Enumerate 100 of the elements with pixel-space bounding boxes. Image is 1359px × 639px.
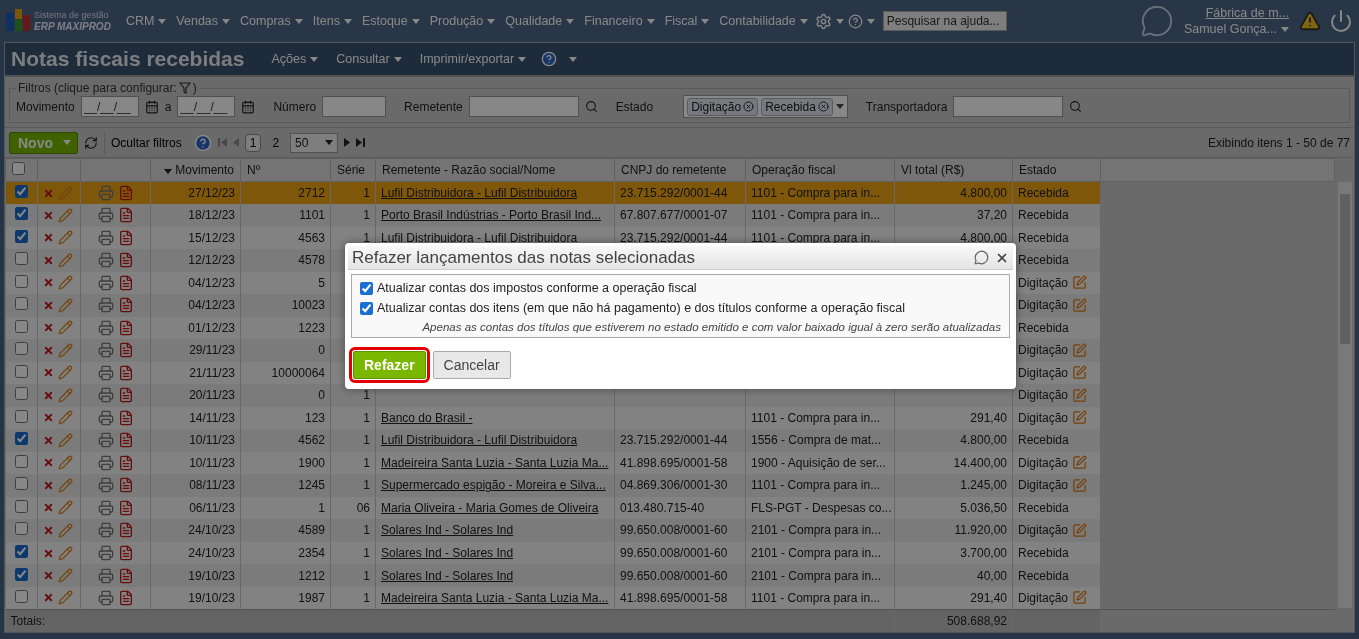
pencil-icon[interactable] xyxy=(58,365,73,381)
option-checkbox[interactable] xyxy=(360,301,373,315)
printer-icon[interactable] xyxy=(97,229,114,246)
nav-menu[interactable]: Estoque xyxy=(358,14,423,28)
delete-icon[interactable] xyxy=(43,344,54,356)
pdf-icon[interactable] xyxy=(117,274,134,291)
refresh-icon[interactable] xyxy=(84,135,98,150)
row-checkbox[interactable] xyxy=(14,522,28,536)
filter-chip[interactable]: Digitação xyxy=(687,97,759,116)
printer-icon[interactable] xyxy=(97,477,114,494)
nav-menu[interactable]: Financeiro xyxy=(581,14,658,28)
pdf-icon[interactable] xyxy=(117,185,134,201)
pencil-icon[interactable] xyxy=(58,320,73,336)
page-menu[interactable]: Consultar xyxy=(333,52,405,66)
printer-icon[interactable] xyxy=(97,342,114,359)
pdf-icon[interactable] xyxy=(117,342,134,359)
pdf-icon[interactable] xyxy=(117,297,134,314)
warning-icon[interactable] xyxy=(1299,10,1321,32)
hide-filters-button[interactable]: Ocultar filtros xyxy=(104,131,188,154)
delete-icon[interactable] xyxy=(43,502,54,514)
pdf-icon[interactable] xyxy=(117,454,134,471)
pencil-icon[interactable] xyxy=(58,230,73,246)
pencil-icon[interactable] xyxy=(58,545,73,561)
pdf-icon[interactable] xyxy=(117,432,134,449)
pencil-icon[interactable] xyxy=(58,568,73,583)
search-field[interactable]: Pesquisar na ajuda... xyxy=(882,11,1007,31)
printer-icon[interactable] xyxy=(97,274,114,291)
nav-menu[interactable]: Produção xyxy=(426,14,499,28)
nav-menu[interactable]: Vendas xyxy=(173,14,234,28)
pencil-icon[interactable] xyxy=(58,590,73,606)
sender-link[interactable]: Lufil Distribuidora - Lufil Distribuidora xyxy=(381,230,578,245)
pencil-icon[interactable] xyxy=(58,207,73,223)
printer-icon[interactable] xyxy=(97,545,114,561)
delete-icon[interactable] xyxy=(43,322,54,334)
delete-icon[interactable] xyxy=(43,232,54,244)
row-checkbox[interactable] xyxy=(14,207,28,221)
delete-icon[interactable] xyxy=(43,434,54,446)
remove-icon[interactable] xyxy=(743,101,755,112)
chat-icon[interactable] xyxy=(1139,4,1174,38)
chat-icon[interactable] xyxy=(974,250,989,265)
row-checkbox[interactable] xyxy=(14,432,28,446)
edit-icon[interactable] xyxy=(1072,297,1088,313)
delete-icon[interactable] xyxy=(43,367,54,379)
page-button[interactable]: 2 xyxy=(267,133,285,152)
filters-legend[interactable]: Filtros (clique para configurar: xyxy=(18,81,177,95)
pencil-icon[interactable] xyxy=(58,500,73,516)
row-checkbox[interactable] xyxy=(14,499,28,513)
printer-icon[interactable] xyxy=(97,589,114,606)
printer-icon[interactable] xyxy=(97,364,114,381)
sender-link[interactable]: Porto Brasil Indústrias - Porto Brasil Ind... xyxy=(381,208,602,223)
page-button[interactable]: 1 xyxy=(244,133,262,152)
nav-menu[interactable]: CRM xyxy=(122,14,170,28)
column-header[interactable]: Série xyxy=(330,158,376,182)
calendar-icon[interactable] xyxy=(144,99,159,114)
funnel-icon[interactable] xyxy=(178,82,191,94)
printer-icon[interactable] xyxy=(97,319,114,336)
input-field[interactable] xyxy=(953,96,1064,117)
column-header[interactable]: CNPJ do remetente xyxy=(614,158,746,182)
pdf-icon[interactable] xyxy=(117,364,134,381)
row-checkbox[interactable] xyxy=(14,387,28,401)
date-field[interactable]: __/__/__ xyxy=(80,96,139,117)
nav-menu[interactable]: Compras xyxy=(237,14,306,28)
edit-icon[interactable] xyxy=(1072,455,1088,471)
pencil-icon[interactable] xyxy=(58,455,73,471)
row-checkbox[interactable] xyxy=(14,567,28,581)
column-header[interactable]: Estado xyxy=(1012,158,1101,182)
input-field[interactable] xyxy=(322,96,387,117)
row-checkbox[interactable] xyxy=(14,297,28,311)
pdf-icon[interactable] xyxy=(117,567,134,584)
power-icon[interactable] xyxy=(1329,9,1353,33)
printer-icon[interactable] xyxy=(97,499,114,516)
pencil-icon[interactable] xyxy=(58,275,73,291)
multi-select-field[interactable]: Digitação Recebida xyxy=(683,95,848,118)
pdf-icon[interactable] xyxy=(117,319,134,336)
sender-link[interactable]: Supermercado espigão - Moreira e Silva... xyxy=(381,478,606,493)
help-icon[interactable] xyxy=(193,133,212,152)
pdf-icon[interactable] xyxy=(117,252,134,269)
previous-page-icon[interactable] xyxy=(232,138,239,147)
column-header[interactable]: Vl total (R$) xyxy=(894,158,1013,182)
printer-icon[interactable] xyxy=(97,432,114,449)
first-page-icon[interactable] xyxy=(217,138,227,147)
printer-icon[interactable] xyxy=(97,297,114,314)
pdf-icon[interactable] xyxy=(117,409,134,426)
printer-icon[interactable] xyxy=(97,454,114,471)
sender-link[interactable]: Madeireira Santa Luzia - Santa Luzia Ma... xyxy=(381,455,609,470)
edit-icon[interactable] xyxy=(1072,477,1088,493)
row-checkbox[interactable] xyxy=(14,364,28,378)
edit-icon[interactable] xyxy=(1072,387,1088,403)
row-checkbox[interactable] xyxy=(14,342,28,356)
pdf-icon[interactable] xyxy=(117,207,134,224)
column-header[interactable]: Nº xyxy=(240,158,331,182)
pencil-icon[interactable] xyxy=(58,342,73,358)
delete-icon[interactable] xyxy=(43,389,54,401)
scrollbar[interactable] xyxy=(1338,182,1352,608)
edit-icon[interactable] xyxy=(1072,410,1088,426)
sender-link[interactable]: Lufil Distribuidora - Lufil Distribuidora xyxy=(381,433,578,448)
delete-icon[interactable] xyxy=(43,299,54,311)
sender-link[interactable]: Maria Oliveira - Maria Gomes de Oliveira xyxy=(381,500,599,515)
row-checkbox[interactable] xyxy=(14,185,28,198)
pdf-icon[interactable] xyxy=(117,229,134,246)
